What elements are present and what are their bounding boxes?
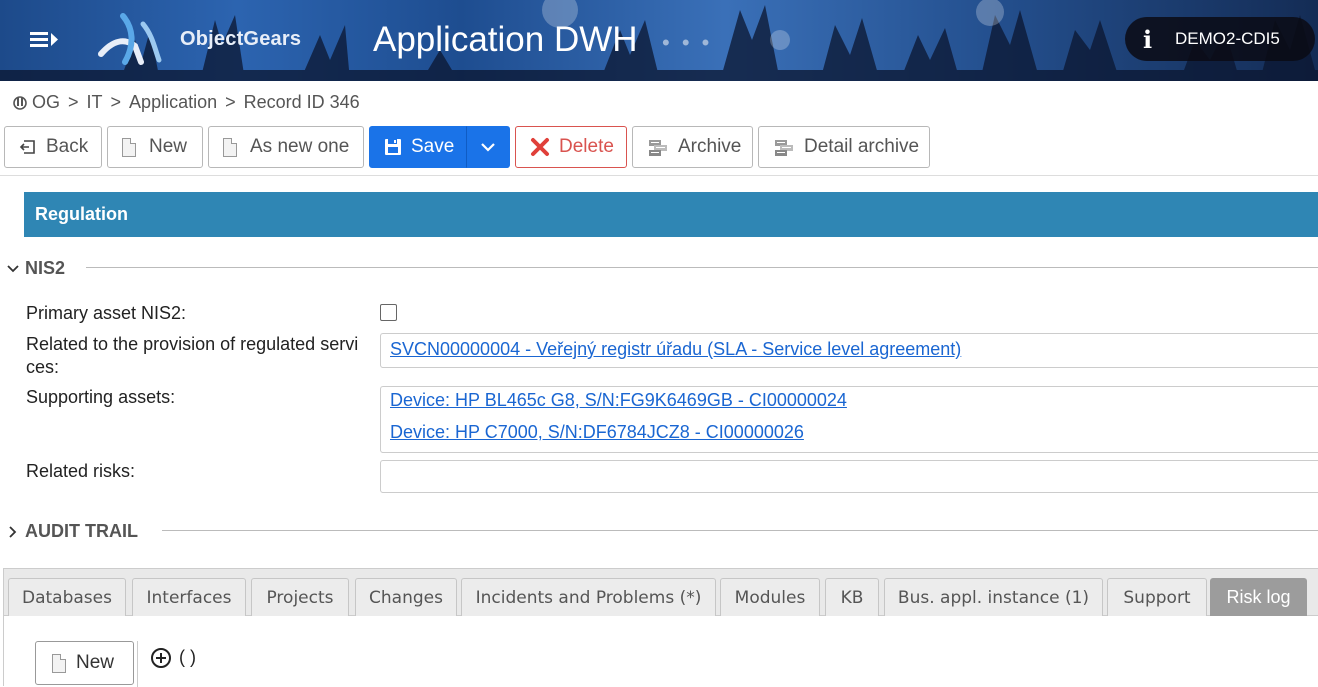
back-label: Back (46, 136, 89, 157)
tab-databases[interactable]: Databases (8, 578, 126, 616)
more-dots-icon[interactable]: • • • (662, 30, 712, 56)
expander-text: ( ) (179, 647, 196, 667)
document-icon (223, 137, 237, 157)
tab-incidents-and-problems[interactable]: Incidents and Problems (*) (461, 578, 716, 616)
supporting-assets-label: Supporting assets: (26, 387, 176, 407)
toolbar-divider (0, 175, 1318, 176)
regulated-services-label-line2: ces: (26, 357, 60, 377)
tab-bus-appl-instance[interactable]: Bus. appl. instance (1) (884, 578, 1103, 616)
new-record-button[interactable]: New (35, 641, 134, 685)
regulated-services-label: Related to the provision of regulated se… (26, 333, 358, 379)
delete-x-icon (531, 138, 549, 156)
divider (162, 530, 1318, 531)
new-record-label: New (76, 652, 115, 673)
supporting-assets-field[interactable]: Device: HP BL465c G8, S/N:FG9K6469GB - C… (380, 386, 1318, 453)
group-title-audit-trail: AUDIT TRAIL (25, 521, 138, 541)
tab-risk-log[interactable]: Risk log (1210, 578, 1307, 616)
as-new-one-label: As new one (250, 136, 350, 157)
tab-kb[interactable]: KB (825, 578, 879, 616)
floppy-disk-icon (385, 139, 401, 155)
chevron-right-icon (9, 525, 17, 538)
user-badge[interactable]: i DEMO2-CDI5 (1125, 17, 1315, 61)
divider (86, 267, 1318, 268)
detail-tabs: Databases Interfaces Projects Changes In… (3, 568, 1318, 687)
plus-circle-icon[interactable] (151, 647, 171, 668)
detail-archive-button[interactable]: Detail archive (758, 126, 930, 168)
home-icon[interactable] (12, 95, 28, 111)
regulated-services-field[interactable]: SVCN00000004 - Veřejný registr úřadu (SL… (380, 333, 1318, 368)
new-label: New (149, 136, 188, 157)
save-button[interactable]: Save (369, 126, 467, 168)
archive-label: Archive (678, 136, 742, 157)
divider (137, 641, 138, 687)
breadcrumb-record: Record ID 346 (243, 92, 360, 112)
breadcrumb-separator: > (110, 92, 122, 112)
back-icon (19, 140, 35, 154)
document-icon (122, 137, 136, 157)
related-risks-label: Related risks: (26, 461, 136, 481)
save-label: Save (411, 136, 455, 157)
regulated-service-link[interactable]: SVCN00000004 - Veřejný registr úřadu (SL… (390, 339, 1318, 360)
tab-interfaces[interactable]: Interfaces (132, 578, 246, 616)
new-button[interactable]: New (107, 126, 203, 168)
breadcrumb: OG > IT > Application > Record ID 346 (12, 92, 360, 113)
group-nis2-toggle[interactable]: NIS2 (6, 258, 65, 279)
objectgears-logo-icon (98, 13, 162, 65)
breadcrumb-it[interactable]: IT (87, 92, 103, 113)
chevron-down-icon (481, 143, 495, 152)
delete-label: Delete (559, 136, 614, 157)
tab-modules[interactable]: Modules (720, 578, 820, 616)
primary-asset-label: Primary asset NIS2: (26, 303, 187, 323)
save-options-dropdown[interactable] (466, 126, 510, 168)
expand-all-control[interactable]: ( ) (151, 647, 196, 668)
supporting-asset-link[interactable]: Device: HP C7000, S/N:DF6784JCZ8 - CI000… (390, 422, 1318, 443)
tab-changes[interactable]: Changes (355, 578, 457, 616)
delete-button[interactable]: Delete (515, 126, 627, 168)
document-icon (52, 653, 66, 673)
section-header-regulation: Regulation (24, 192, 1318, 237)
tab-projects[interactable]: Projects (251, 578, 349, 616)
primary-asset-checkbox[interactable] (380, 304, 397, 321)
breadcrumb-application[interactable]: Application (129, 92, 217, 113)
app-header: ObjectGears Application DWH • • • i DEMO… (0, 0, 1318, 81)
group-title-nis2: NIS2 (25, 258, 66, 278)
tab-support[interactable]: Support (1107, 578, 1207, 616)
info-icon[interactable]: i (1143, 25, 1152, 54)
breadcrumb-og[interactable]: OG (32, 92, 60, 113)
hamburger-menu-icon[interactable] (26, 27, 62, 53)
chevron-down-icon (7, 264, 19, 272)
tab-strip: Databases Interfaces Projects Changes In… (4, 569, 1318, 616)
breadcrumb-separator: > (225, 92, 236, 112)
regulated-services-label-line1: Related to the provision of regulated se… (26, 334, 359, 354)
archive-icon (775, 140, 793, 156)
brand-name[interactable]: ObjectGears (180, 28, 301, 51)
group-audit-trail-toggle[interactable]: AUDIT TRAIL (6, 521, 138, 542)
archive-icon (649, 140, 667, 156)
related-risks-field[interactable] (380, 460, 1318, 493)
breadcrumb-separator: > (68, 92, 79, 112)
archive-button[interactable]: Archive (632, 126, 753, 168)
page-title: Application DWH (373, 20, 638, 59)
detail-archive-label: Detail archive (804, 136, 920, 157)
user-name[interactable]: DEMO2-CDI5 (1175, 29, 1280, 49)
as-new-one-button[interactable]: As new one (208, 126, 364, 168)
back-button[interactable]: Back (4, 126, 102, 168)
supporting-asset-link[interactable]: Device: HP BL465c G8, S/N:FG9K6469GB - C… (390, 390, 1318, 411)
